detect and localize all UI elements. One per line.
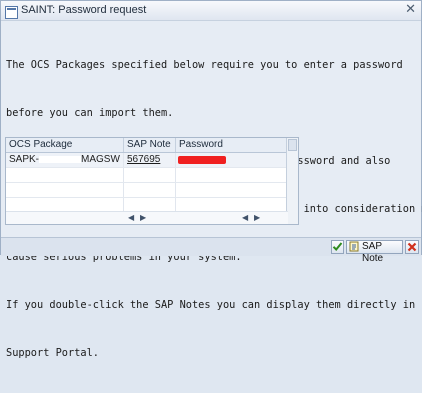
table-header: OCS Package SAP Note Password <box>6 138 288 153</box>
package-prefix: SAPK- <box>9 154 40 165</box>
cancel-button[interactable] <box>405 240 419 254</box>
note-icon <box>349 241 359 252</box>
empty-cell <box>6 198 124 212</box>
empty-cell <box>176 168 288 182</box>
cancel-x-icon <box>407 242 417 252</box>
sap-note-link[interactable]: 567695 <box>127 154 160 165</box>
sap-window-icon <box>5 4 18 19</box>
empty-cell <box>6 168 124 182</box>
redaction-mark <box>39 155 82 163</box>
message-line: The OCS Packages specified below require… <box>6 59 403 71</box>
scroll-right-icon[interactable]: ▶ <box>140 212 146 224</box>
password-request-dialog: SAINT: Password request ✕ The OCS Packag… <box>0 0 422 359</box>
empty-cell <box>124 183 176 197</box>
table-row-empty[interactable] <box>6 183 288 198</box>
table-row-empty[interactable] <box>6 168 288 183</box>
sap-note-cell[interactable]: 567695 <box>124 153 176 167</box>
close-icon[interactable]: ✕ <box>405 2 416 17</box>
scroll-left-icon[interactable]: ◀ <box>242 212 248 224</box>
packages-table: OCS Package SAP Note Password SAPK- MAGSW… <box>5 137 299 225</box>
message-line: Support Portal. <box>6 347 99 359</box>
empty-cell <box>124 198 176 212</box>
scroll-left-icon[interactable]: ◀ <box>128 212 134 224</box>
column-header-package[interactable]: OCS Package <box>6 138 124 152</box>
message-line: before you can import them. <box>6 107 174 119</box>
sap-note-button-label: SAP Note <box>362 241 384 264</box>
package-cell[interactable]: SAPK- MAGSW <box>6 153 124 167</box>
ok-button[interactable] <box>331 240 344 254</box>
empty-cell <box>176 198 288 212</box>
checkmark-icon <box>332 242 343 251</box>
scroll-thumb[interactable] <box>288 139 297 151</box>
empty-cell <box>176 183 288 197</box>
column-header-password[interactable]: Password <box>176 138 288 152</box>
empty-cell <box>124 168 176 182</box>
column-header-note[interactable]: SAP Note <box>124 138 176 152</box>
empty-cell <box>6 183 124 197</box>
package-suffix: MAGSW <box>81 154 120 165</box>
message-line: If you double-click the SAP Notes you ca… <box>6 299 422 311</box>
password-input[interactable] <box>176 153 288 167</box>
window-title: SAINT: Password request <box>21 4 147 16</box>
sap-note-button[interactable]: SAP Note <box>346 240 403 264</box>
horizontal-scrollbar[interactable]: ◀ ▶ ◀ ▶ <box>6 211 288 224</box>
table-row[interactable]: SAPK- MAGSW 567695 <box>6 153 288 168</box>
scroll-right-icon[interactable]: ▶ <box>254 212 260 224</box>
redaction-mark <box>178 156 226 164</box>
title-bar: SAINT: Password request ✕ <box>1 1 421 21</box>
button-bar: SAP Note <box>1 237 421 264</box>
